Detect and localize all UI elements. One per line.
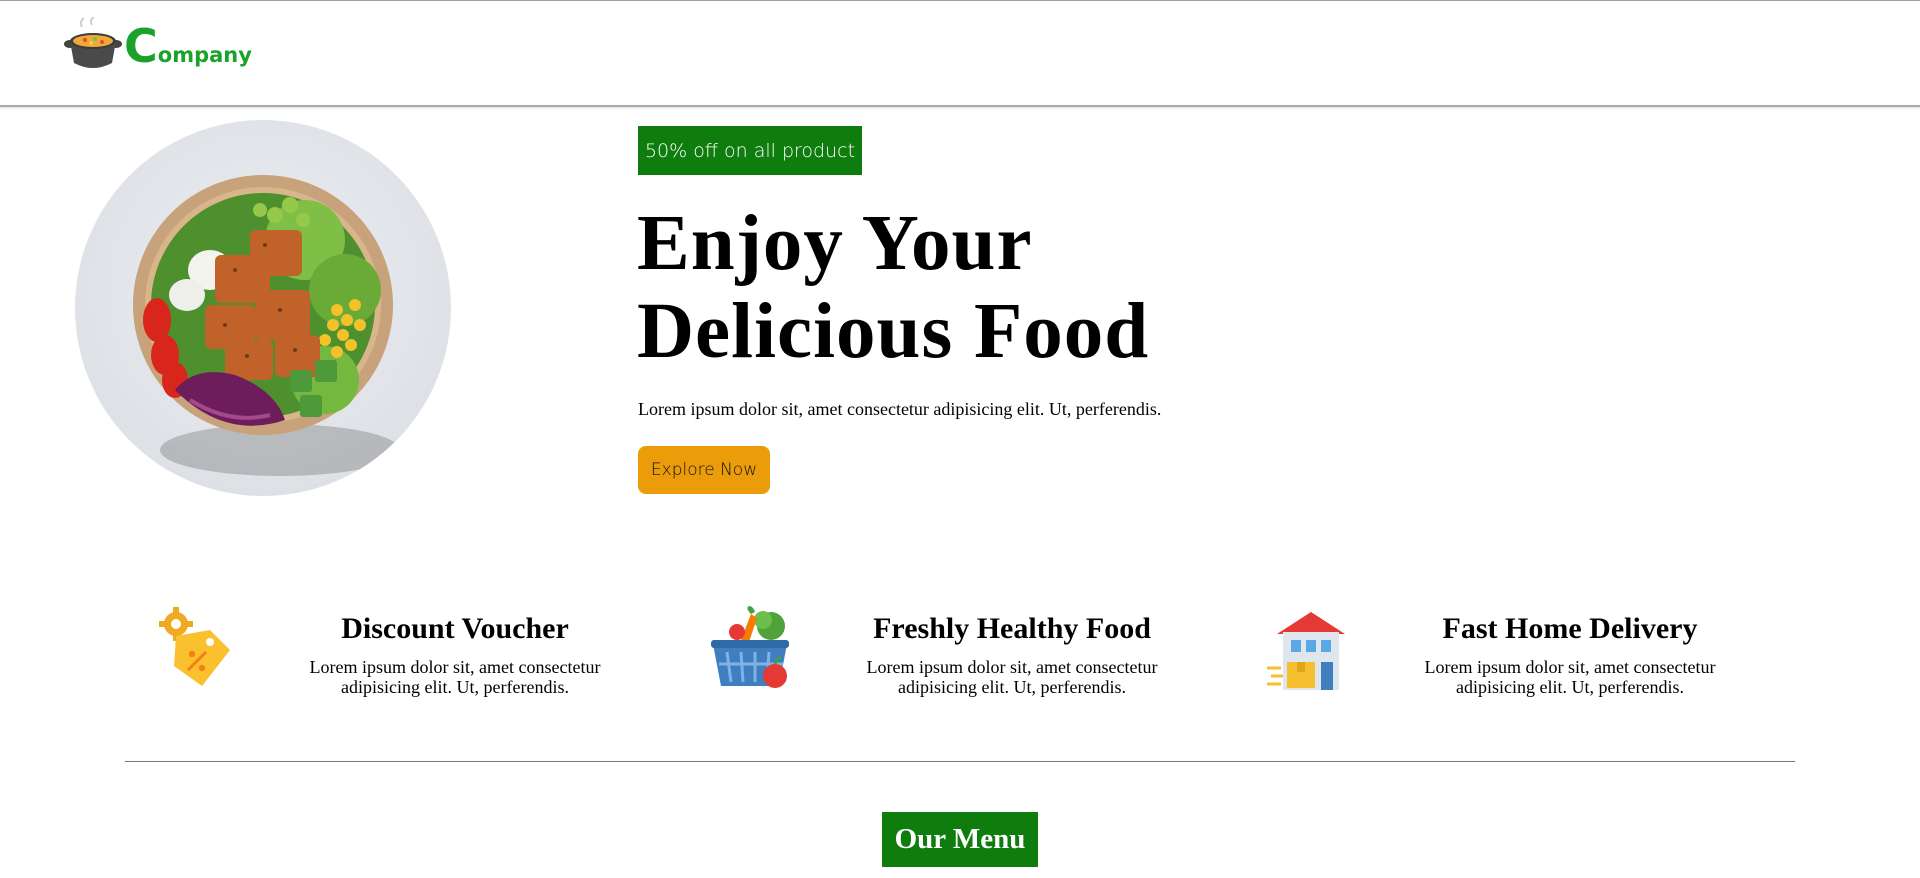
explore-now-button[interactable]: Explore Now [638,446,770,494]
feature-title: Discount Voucher [341,612,569,645]
feature-description-line2: adipisicing elit. Ut, perferendis. [341,677,569,697]
feature-description-line1: Lorem ipsum dolor sit, amet consectetur [1424,657,1716,677]
cooking-pot-icon [64,17,122,68]
discount-tag-icon [159,607,230,686]
feature-description: Lorem ipsum dolor sit, amet consectetur … [275,657,635,697]
section-divider [125,761,1795,762]
site-header: Company [0,1,1920,105]
feature-title: Freshly Healthy Food [873,612,1151,645]
feature-description: Lorem ipsum dolor sit, amet consectetur … [832,657,1192,697]
logo-letter: C [124,19,158,73]
feature-title: Fast Home Delivery [1442,612,1698,645]
header-divider [0,105,1920,107]
feature-description-line2: adipisicing elit. Ut, perferendis. [898,677,1126,697]
discount-badge: 50% off on all product [638,126,862,175]
feature-description-line1: Lorem ipsum dolor sit, amet consectetur [866,657,1158,677]
feature-description: Lorem ipsum dolor sit, amet consectetur … [1390,657,1750,697]
our-menu-heading: Our Menu [882,812,1038,867]
feature-description-line2: adipisicing elit. Ut, perferendis. [1456,677,1684,697]
logo-link[interactable]: Company [62,17,252,73]
logo-text: Company [124,23,252,69]
hero-description: Lorem ipsum dolor sit, amet consectetur … [638,399,1162,419]
feature-description-line1: Lorem ipsum dolor sit, amet consectetur [309,657,601,677]
hero-title-line1: Enjoy Your [637,200,1033,287]
home-delivery-icon [1267,612,1345,690]
salad-bowl-image [75,120,451,496]
hero-title: Enjoy Your Delicious Food [637,200,1337,376]
grocery-basket-icon [711,606,789,688]
hero-title-line2: Delicious Food [637,288,1150,375]
logo-rest: ompany [157,43,252,67]
